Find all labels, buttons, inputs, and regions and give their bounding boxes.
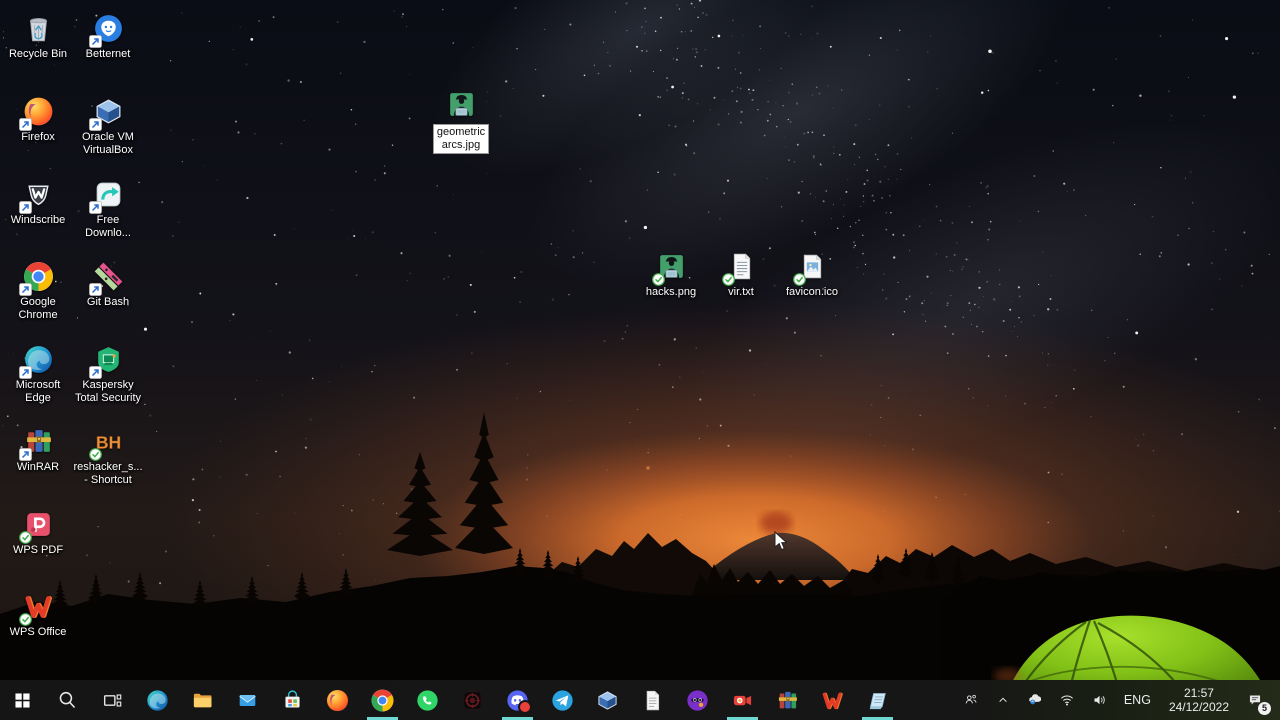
taskbar-hacker-app-button[interactable] bbox=[450, 680, 495, 720]
recycle-bin-icon bbox=[22, 12, 55, 45]
fdm-icon bbox=[88, 178, 125, 214]
taskbar-task-view-button[interactable] bbox=[90, 680, 135, 720]
winrar-icon bbox=[18, 425, 55, 461]
desktop-icon-label: Free Downlo... bbox=[85, 214, 131, 239]
gitbash-icon bbox=[88, 260, 125, 296]
desktop-icon-oracle-vm-virtualbox[interactable]: Oracle VM VirtualBox bbox=[65, 95, 151, 157]
hacker-photo-icon bbox=[445, 88, 478, 121]
people-icon[interactable] bbox=[955, 680, 987, 720]
sync-check-overlay bbox=[88, 448, 102, 461]
desktop-icon-label: Microsoft Edge bbox=[15, 379, 61, 404]
desktop-icon-label: hacks.png bbox=[645, 286, 697, 298]
shortcut-arrow-overlay bbox=[18, 118, 32, 131]
firefox-icon bbox=[18, 95, 55, 131]
desktop-icon-label: Git Bash bbox=[86, 296, 130, 308]
wifi-icon[interactable] bbox=[1051, 680, 1083, 720]
taskbar-whatsapp-button[interactable] bbox=[405, 680, 450, 720]
sync-check-overlay bbox=[18, 531, 32, 544]
image-file-icon bbox=[792, 250, 829, 286]
desktop-icon-label: geometric arcs.jpg bbox=[432, 124, 490, 154]
clock-date: 24/12/2022 bbox=[1168, 700, 1229, 714]
shortcut-arrow-overlay bbox=[88, 366, 102, 379]
windscribe-icon bbox=[18, 178, 55, 214]
desktop-icon-favicon-ico[interactable]: favicon.ico bbox=[769, 250, 855, 299]
desktop-icon-label: favicon.ico bbox=[786, 286, 838, 298]
chevron-up-icon[interactable] bbox=[987, 680, 1019, 720]
desktop-icon-label: vir.txt bbox=[728, 286, 754, 298]
taskbar-notepad-document-button[interactable] bbox=[630, 680, 675, 720]
shortcut-arrow-overlay bbox=[18, 448, 32, 461]
desktop-icon-label: WinRAR bbox=[16, 461, 60, 473]
taskbar-purple-mask-app-button[interactable] bbox=[675, 680, 720, 720]
taskbar-telegram-button[interactable] bbox=[540, 680, 585, 720]
taskbar-edge-button[interactable] bbox=[135, 680, 180, 720]
shortcut-arrow-overlay bbox=[18, 366, 32, 379]
desktop-area: Recycle Bin Betternet Firefox Oracle VM Vir… bbox=[0, 0, 1280, 680]
taskbar-virtualbox-button[interactable] bbox=[585, 680, 630, 720]
sync-check-overlay bbox=[792, 273, 806, 286]
chrome-icon bbox=[18, 260, 55, 296]
desktop-icon-reshacker-shortcut[interactable]: BH reshacker_s... - Shortcut bbox=[65, 425, 151, 487]
desktop-icon-label: Windscribe bbox=[10, 214, 66, 226]
desktop-icon-label: Oracle VM VirtualBox bbox=[82, 131, 134, 156]
sync-check-overlay bbox=[721, 273, 735, 286]
taskbar: ENG 21:57 24/12/2022 5 bbox=[0, 680, 1280, 720]
taskbar-mail-button[interactable] bbox=[225, 680, 270, 720]
desktop-icon-git-bash[interactable]: Git Bash bbox=[65, 260, 151, 309]
taskbar-start-button[interactable] bbox=[0, 680, 45, 720]
hacker-photo-icon bbox=[651, 250, 688, 286]
desktop-icon-label: reshacker_s... - Shortcut bbox=[73, 461, 143, 486]
clock[interactable]: 21:57 24/12/2022 bbox=[1160, 680, 1238, 720]
taskbar-file-explorer-button[interactable] bbox=[180, 680, 225, 720]
action-center-button[interactable]: 5 bbox=[1238, 680, 1276, 720]
taskbar-chrome-button[interactable] bbox=[360, 680, 405, 720]
desktop-icon-betternet[interactable]: Betternet bbox=[65, 12, 151, 61]
shortcut-arrow-overlay bbox=[18, 283, 32, 296]
taskbar-screen-recorder-button[interactable] bbox=[720, 680, 765, 720]
taskbar-search-button[interactable] bbox=[45, 680, 90, 720]
shortcut-arrow-overlay bbox=[88, 118, 102, 131]
notification-dot-badge bbox=[518, 700, 532, 714]
shortcut-arrow-overlay bbox=[88, 283, 102, 296]
system-tray: ENG 21:57 24/12/2022 5 bbox=[955, 680, 1280, 720]
desktop-icon-label: Firefox bbox=[21, 131, 55, 143]
taskbar-wps-office-button[interactable] bbox=[810, 680, 855, 720]
speaker-icon[interactable] bbox=[1083, 680, 1115, 720]
language-indicator[interactable]: ENG bbox=[1115, 680, 1160, 720]
desktop-icon-geometric-arcs-jpg[interactable]: geometric arcs.jpg bbox=[418, 88, 504, 154]
shortcut-arrow-overlay bbox=[18, 201, 32, 214]
sync-check-overlay bbox=[18, 613, 32, 626]
sync-check-overlay bbox=[651, 273, 665, 286]
taskbar-notes-app-button[interactable] bbox=[855, 680, 900, 720]
notification-count-badge: 5 bbox=[1258, 702, 1271, 715]
desktop-icon-label: Kaspersky Total Security bbox=[74, 379, 142, 404]
taskbar-firefox-button[interactable] bbox=[315, 680, 360, 720]
taskbar-winrar-button[interactable] bbox=[765, 680, 810, 720]
wps-pdf-icon bbox=[18, 508, 55, 544]
desktop-icon-kaspersky-total-security[interactable]: Kaspersky Total Security bbox=[65, 343, 151, 405]
shortcut-arrow-overlay bbox=[88, 201, 102, 214]
desktop-icon-label: WPS Office bbox=[9, 626, 67, 638]
reshacker-icon: BH bbox=[88, 425, 125, 461]
desktop-icon-free-download-manager[interactable]: Free Downlo... bbox=[65, 178, 151, 240]
virtualbox-icon bbox=[88, 95, 125, 131]
onedrive-cloud-icon[interactable] bbox=[1019, 680, 1051, 720]
taskbar-store-button[interactable] bbox=[270, 680, 315, 720]
kaspersky-icon bbox=[88, 343, 125, 379]
taskbar-discord-button[interactable] bbox=[495, 680, 540, 720]
text-file-icon bbox=[721, 250, 758, 286]
desktop-icon-label: Recycle Bin bbox=[8, 48, 68, 60]
desktop-icon-label: WPS PDF bbox=[12, 544, 64, 556]
desktop-icon-wps-pdf[interactable]: WPS PDF bbox=[0, 508, 81, 557]
betternet-icon bbox=[88, 12, 125, 48]
clock-time: 21:57 bbox=[1183, 686, 1214, 700]
edge-icon bbox=[18, 343, 55, 379]
desktop-icon-wps-office[interactable]: WPS Office bbox=[0, 590, 81, 639]
desktop-icon-label: Google Chrome bbox=[18, 296, 58, 321]
wps-office-icon bbox=[18, 590, 55, 626]
shortcut-arrow-overlay bbox=[88, 35, 102, 48]
desktop-icon-label: Betternet bbox=[85, 48, 131, 60]
